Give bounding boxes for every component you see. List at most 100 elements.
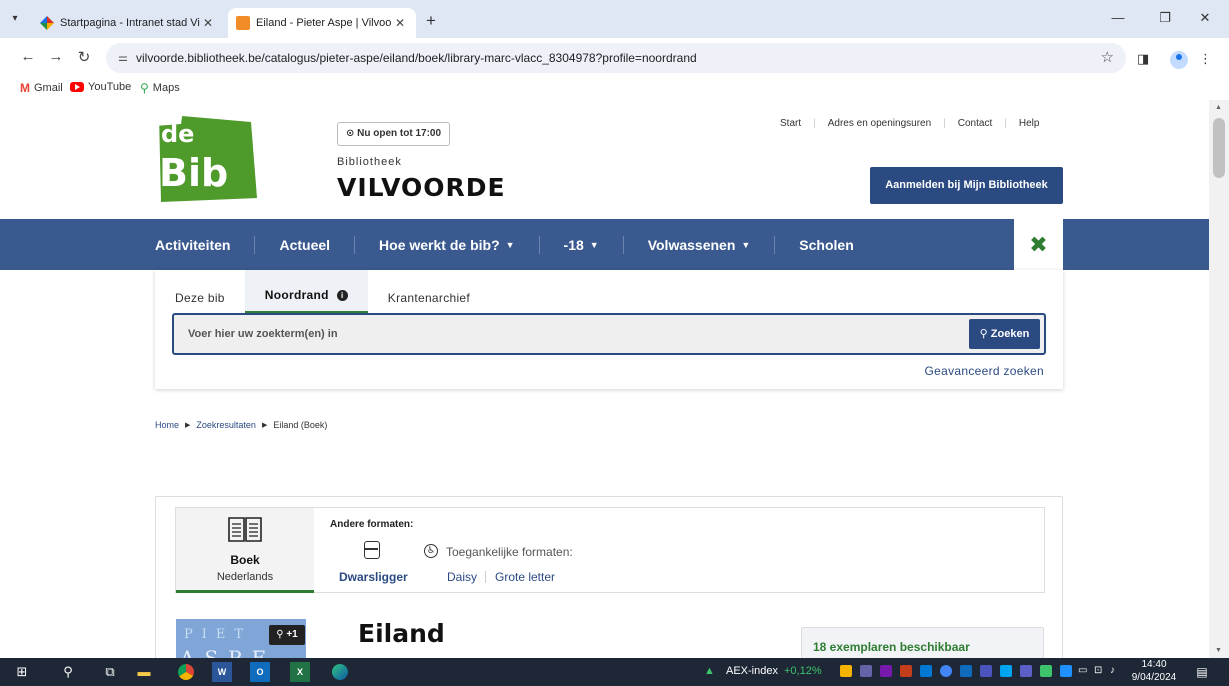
- tray-app-icon[interactable]: [1000, 665, 1012, 677]
- zoom-cover-button[interactable]: ⚲ +1: [269, 625, 305, 645]
- bookmark-gmail[interactable]: M Gmail: [20, 81, 63, 95]
- window-close-icon[interactable]: ✕: [1190, 10, 1220, 26]
- nav-item-scholen[interactable]: Scholen: [799, 237, 853, 253]
- file-explorer-icon[interactable]: ▬: [134, 662, 154, 682]
- page-scrollbar[interactable]: ▲ ▼: [1209, 100, 1229, 658]
- search-button[interactable]: ⚲ Zoeken: [969, 319, 1040, 349]
- address-bar[interactable]: ⚌ vilvoorde.bibliotheek.be/catalogus/pie…: [106, 43, 1126, 73]
- breadcrumb-home[interactable]: Home: [155, 420, 179, 430]
- forward-icon[interactable]: →: [46, 48, 66, 65]
- cover-big-text: ASPE: [180, 646, 277, 658]
- nav-item-volwassenen[interactable]: Volwassenen ▼: [648, 237, 751, 253]
- tray-app-icon[interactable]: [840, 665, 852, 677]
- close-tab-icon[interactable]: ✕: [392, 16, 408, 30]
- toplink-address[interactable]: Adres en openingsuren: [828, 118, 931, 129]
- restore-icon[interactable]: ❐: [1150, 10, 1180, 26]
- search-input[interactable]: [174, 315, 964, 353]
- new-tab-button[interactable]: +: [420, 11, 442, 33]
- nav-item-activiteiten[interactable]: Activiteiten: [155, 237, 230, 253]
- search-tab-deze-bib[interactable]: Deze bib: [155, 270, 245, 314]
- side-panel-icon[interactable]: ◨: [1137, 51, 1149, 67]
- tab-eiland[interactable]: Eiland - Pieter Aspe | Vilvoorde ✕: [228, 8, 416, 38]
- clock-time[interactable]: 14:40: [1134, 659, 1174, 670]
- search-icon[interactable]: ⚲: [58, 662, 78, 682]
- tray-app-icon[interactable]: [1040, 665, 1052, 677]
- nav-item-actueel[interactable]: Actueel: [279, 237, 330, 253]
- format-language: Nederlands: [216, 571, 274, 583]
- availability-text: 18 exemplaren beschikbaar: [813, 640, 970, 654]
- scroll-up-icon[interactable]: ▲: [1215, 104, 1222, 111]
- divider: [622, 235, 624, 254]
- opening-status-badge[interactable]: ⊙ Nu open tot 17:00: [337, 122, 451, 146]
- bookmark-star-icon[interactable]: ☆: [1101, 48, 1114, 66]
- teams-icon[interactable]: [860, 665, 872, 677]
- bookmark-youtube[interactable]: YouTube: [70, 81, 131, 93]
- open-book-icon: [228, 517, 262, 542]
- edge-icon[interactable]: [330, 662, 350, 682]
- tab-intranet[interactable]: Startpagina - Intranet stad Vilvo ✕: [32, 8, 224, 38]
- toplink-help[interactable]: Help: [1019, 118, 1040, 129]
- windows-start-icon[interactable]: ⊞: [12, 662, 32, 682]
- scroll-thumb[interactable]: [1213, 118, 1225, 178]
- mail-icon[interactable]: [920, 665, 932, 677]
- teams-tray-icon[interactable]: [980, 665, 992, 677]
- more-menu-icon[interactable]: ⋮: [1199, 51, 1212, 67]
- format-link-daisy[interactable]: Daisy: [447, 570, 477, 584]
- task-view-icon[interactable]: ⧉: [100, 662, 120, 682]
- stock-change: +0,12%: [784, 665, 822, 677]
- url-text[interactable]: vilvoorde.bibliotheek.be/catalogus/piete…: [136, 51, 697, 65]
- search-tab-krantenarchief[interactable]: Krantenarchief: [368, 270, 490, 314]
- close-tab-icon[interactable]: ✕: [200, 16, 216, 30]
- site-settings-icon[interactable]: ⚌: [118, 51, 128, 64]
- current-format-boek[interactable]: Boek Nederlands: [176, 508, 314, 593]
- bookmark-maps[interactable]: ⚲ Maps: [140, 81, 180, 95]
- minimize-icon[interactable]: —: [1103, 10, 1133, 25]
- battery-icon[interactable]: ▭: [1078, 665, 1087, 676]
- nav-item-min18[interactable]: -18 ▼: [564, 237, 599, 253]
- toplink-contact[interactable]: Contact: [958, 118, 992, 129]
- stock-name[interactable]: AEX-index: [726, 665, 778, 677]
- chrome-tray-icon[interactable]: [940, 665, 952, 677]
- breadcrumb-results[interactable]: Zoekresultaten: [196, 420, 256, 430]
- excel-icon[interactable]: X: [290, 662, 310, 682]
- back-icon[interactable]: ←: [18, 48, 38, 65]
- de-bib-logo[interactable]: de Bib: [155, 110, 257, 202]
- format-link-dwarsligger[interactable]: Dwarsligger: [339, 570, 408, 584]
- breadcrumb: Home ▶ Zoekresultaten ▶ Eiland (Boek): [155, 420, 327, 430]
- info-icon[interactable]: i: [336, 290, 348, 302]
- availability-box[interactable]: 18 exemplaren beschikbaar: [801, 627, 1044, 658]
- divider: [485, 571, 486, 583]
- bib-favicon-icon: [236, 16, 250, 30]
- clock-date[interactable]: 9/04/2024: [1128, 672, 1180, 683]
- outlook-tray-icon[interactable]: [960, 665, 972, 677]
- page-viewport: de Bib ⊙ Nu open tot 17:00 Bibliotheek V…: [0, 100, 1209, 658]
- divider: [254, 235, 256, 254]
- outlook-icon[interactable]: O: [250, 662, 270, 682]
- scroll-down-icon[interactable]: ▼: [1215, 647, 1222, 654]
- format-link-grote-letter[interactable]: Grote letter: [495, 570, 555, 584]
- advanced-search-link[interactable]: Geavanceerd zoeken: [925, 364, 1044, 378]
- dwarsligger-icon: [364, 541, 380, 559]
- search-panel: Deze bib Noordrandi Krantenarchief ⚲ Zoe…: [155, 270, 1063, 389]
- book-cover-image[interactable]: PIET ASPE ⚲ +1: [176, 619, 306, 658]
- reload-icon[interactable]: ↻: [74, 48, 94, 66]
- browser-toolbar: ← → ↻ ⚌ vilvoorde.bibliotheek.be/catalog…: [0, 38, 1229, 78]
- profile-avatar-icon[interactable]: [1170, 51, 1188, 69]
- search-tab-noordrand[interactable]: Noordrand i: [244, 270, 368, 314]
- toplink-start[interactable]: Start: [780, 118, 801, 129]
- login-button[interactable]: Aanmelden bij Mijn Bibliotheek: [870, 167, 1063, 204]
- word-icon[interactable]: W: [212, 662, 232, 682]
- network-icon[interactable]: ⊡: [1094, 665, 1102, 676]
- tab-search-menu-icon[interactable]: ▾: [6, 10, 24, 28]
- onenote-icon[interactable]: [880, 665, 892, 677]
- volume-icon[interactable]: ♪: [1110, 665, 1115, 676]
- notifications-icon[interactable]: ▤: [1192, 662, 1212, 682]
- close-search-icon[interactable]: ✖: [1014, 219, 1063, 270]
- nav-item-hoe-werkt[interactable]: Hoe werkt de bib? ▼: [379, 237, 515, 253]
- bluetooth-icon[interactable]: [1060, 665, 1072, 677]
- title-detail-card: Boek Nederlands Andere formaten: Dwarsli…: [155, 496, 1063, 658]
- tray-app-icon[interactable]: [1020, 665, 1032, 677]
- tray-app-icon[interactable]: [900, 665, 912, 677]
- other-formats-label: Andere formaten:: [330, 519, 414, 530]
- chrome-icon[interactable]: [176, 662, 196, 682]
